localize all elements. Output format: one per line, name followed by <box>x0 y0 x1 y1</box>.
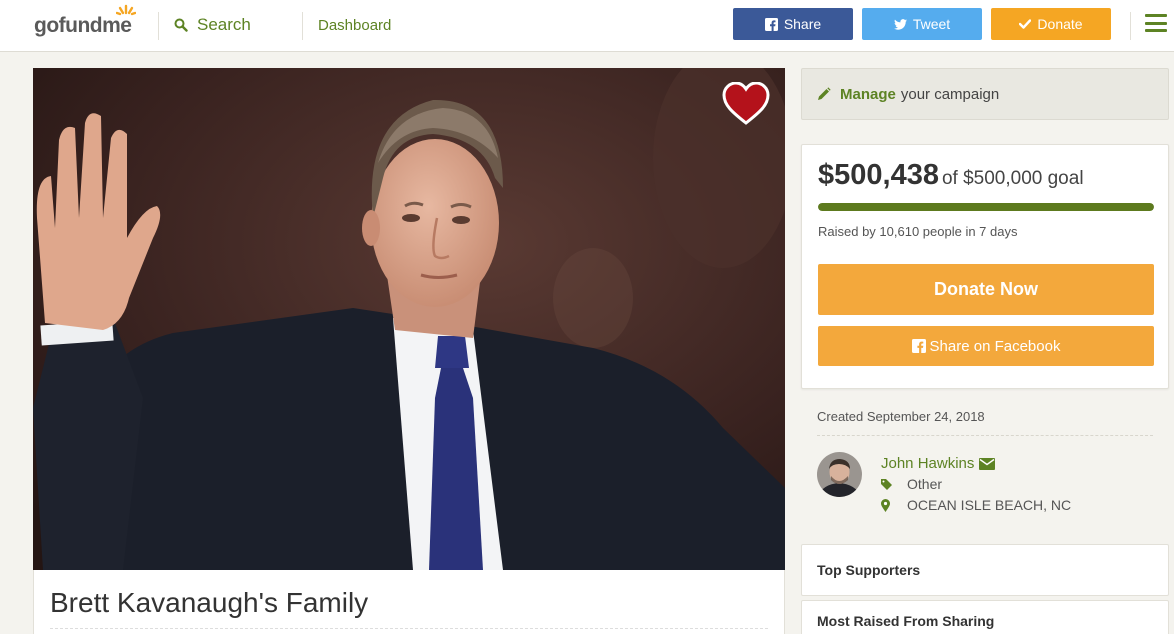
logo-sun-icon <box>116 4 136 16</box>
organizer-name: John Hawkins <box>881 455 975 472</box>
nav-divider <box>158 12 159 40</box>
donate-label: Donate <box>1037 16 1083 32</box>
campaign-title-card: Brett Kavanaugh's Family <box>33 570 785 634</box>
top-supporters-heading: Top Supporters <box>817 562 921 578</box>
top-supporters-section[interactable]: Top Supporters <box>801 544 1169 596</box>
nav-divider <box>1130 12 1131 40</box>
menu-bar <box>1145 14 1167 17</box>
tweet-label: Tweet <box>912 16 951 32</box>
search-icon <box>174 18 188 32</box>
amount-raised: $500,438 of $500,000 goal <box>818 159 1084 192</box>
organizer-category: Other <box>881 476 942 492</box>
facebook-icon <box>911 339 926 353</box>
progress-bar <box>818 203 1154 211</box>
campaign-title: Brett Kavanaugh's Family <box>50 587 369 618</box>
search-link[interactable]: Search <box>174 15 251 35</box>
category-text: Other <box>907 476 943 492</box>
organizer-name-link[interactable]: John Hawkins <box>881 455 996 472</box>
dashboard-link[interactable]: Dashboard <box>318 17 391 34</box>
divider <box>50 628 768 629</box>
campaign-photo <box>33 68 785 570</box>
check-icon <box>1019 19 1032 29</box>
twitter-icon <box>893 18 907 30</box>
donation-summary-card: $500,438 of $500,000 goal Raised by 10,61… <box>801 144 1169 389</box>
manage-campaign-link[interactable]: Manage your campaign <box>801 68 1169 120</box>
amount-raised-value: $500,438 <box>818 159 939 191</box>
goal-text: of $500,000 goal <box>941 168 1084 189</box>
logo-text: gofundme <box>34 14 132 37</box>
heart-icon[interactable] <box>722 81 770 131</box>
tweet-button[interactable]: Tweet <box>862 8 982 40</box>
menu-bar <box>1145 21 1167 25</box>
progress-bar-fill <box>818 203 1154 211</box>
nav-divider <box>302 12 303 40</box>
location-text: OCEAN ISLE BEACH, NC <box>907 497 1072 513</box>
campaign-hero-image <box>33 68 785 570</box>
share-on-facebook-button[interactable]: Share on Facebook <box>818 326 1154 366</box>
favorite-heart-icon <box>722 81 770 125</box>
hamburger-menu-icon[interactable] <box>1145 14 1167 32</box>
share-label: Share <box>783 16 822 32</box>
pencil-icon <box>817 87 831 101</box>
map-pin-icon <box>881 498 907 512</box>
manage-label-bold: Manage <box>840 85 896 103</box>
share-button[interactable]: Share <box>733 8 853 40</box>
facebook-icon <box>764 17 778 31</box>
tag-icon <box>881 478 907 490</box>
share-on-facebook-label: Share on Facebook <box>929 337 1061 355</box>
donate-now-button[interactable]: Donate Now <box>818 264 1154 315</box>
manage-label: your campaign <box>900 85 1000 103</box>
organizer-info: John Hawkins Other OCEAN ISLE BEACH, NC <box>817 452 1157 522</box>
most-raised-sharing-section[interactable]: Most Raised From Sharing <box>801 600 1169 634</box>
donate-button[interactable]: Donate <box>991 8 1111 40</box>
top-nav: gofundme Search Dashboard Share Tweet Do… <box>0 0 1174 52</box>
raised-by-text: Raised by 10,610 people in 7 days <box>818 224 1018 239</box>
most-raised-heading: Most Raised From Sharing <box>817 613 995 629</box>
search-label: Search <box>197 15 251 34</box>
envelope-icon[interactable] <box>979 457 996 470</box>
avatar[interactable] <box>817 452 862 497</box>
gofundme-logo[interactable]: gofundme <box>34 4 136 38</box>
organizer-location: OCEAN ISLE BEACH, NC <box>881 497 1071 513</box>
menu-bar <box>1145 29 1167 32</box>
created-date: Created September 24, 2018 <box>817 409 985 424</box>
divider <box>817 435 1153 436</box>
